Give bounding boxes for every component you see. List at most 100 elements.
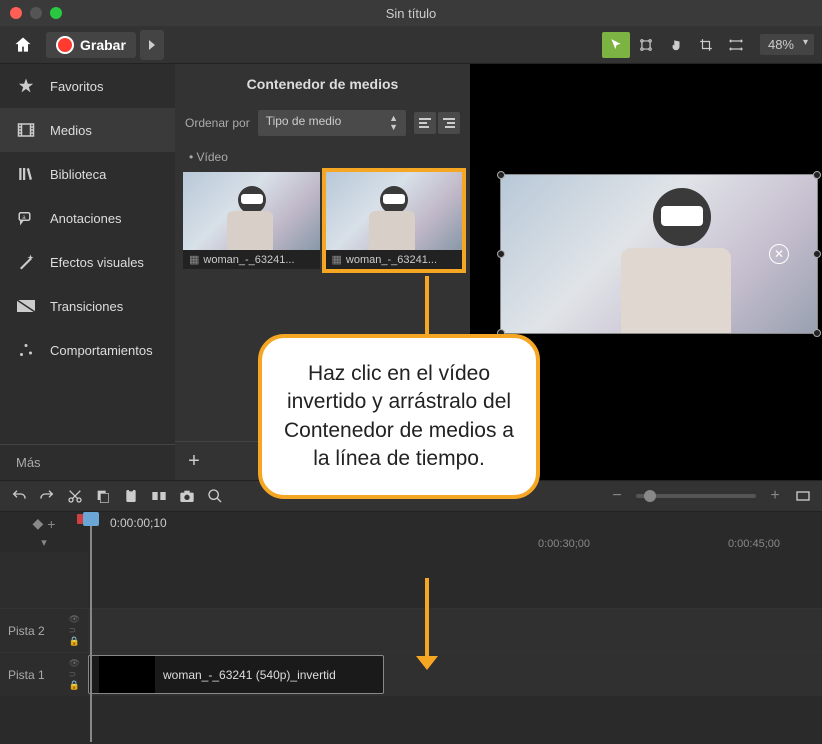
split-icon: [151, 488, 167, 504]
undo-icon: [11, 488, 27, 504]
resize-handle[interactable]: [813, 171, 821, 179]
sidebar-item-effects[interactable]: Efectos visuales: [0, 240, 175, 284]
resize-handle[interactable]: [497, 171, 505, 179]
snapshot-button[interactable]: [178, 487, 196, 505]
lock-icon[interactable]: 🔒: [69, 681, 80, 690]
view-list-button[interactable]: [438, 112, 460, 134]
zoom-dropdown[interactable]: 48%: [760, 34, 814, 55]
sidebar-item-library[interactable]: Biblioteca: [0, 152, 175, 196]
transition-icon: [16, 296, 36, 316]
lines-right-icon: [443, 118, 455, 128]
split-button[interactable]: [150, 487, 168, 505]
playhead[interactable]: [90, 512, 92, 742]
record-menu-button[interactable]: [140, 30, 164, 60]
fit-icon: [795, 488, 811, 504]
timeline-ruler[interactable]: 0:00:00;10 0:00:30;00 0:00:45;00: [88, 512, 822, 552]
callout-connector: [425, 276, 429, 336]
sidebar-item-transitions[interactable]: Transiciones: [0, 284, 175, 328]
record-icon: [56, 36, 74, 54]
resize-icon: [728, 38, 744, 52]
sort-value: Tipo de medio: [266, 114, 342, 132]
crop-tool-button[interactable]: [692, 32, 720, 58]
sidebar-item-favorites[interactable]: Favoritos: [0, 64, 175, 108]
annotation-icon: a: [16, 208, 36, 228]
timeline-clip[interactable]: woman_-_63241 (540p)_invertid: [88, 655, 384, 694]
close-window-button[interactable]: [10, 7, 22, 19]
home-button[interactable]: [8, 30, 38, 60]
magnet-icon[interactable]: ⊃: [69, 626, 80, 635]
record-label: Grabar: [80, 37, 126, 53]
redo-button[interactable]: [38, 487, 56, 505]
lock-icon[interactable]: 🔒: [69, 637, 80, 646]
media-thumbnail-highlighted[interactable]: woman_-_63241...: [326, 172, 463, 269]
zoom-slider-out[interactable]: −: [608, 487, 626, 505]
hand-icon: [669, 38, 683, 52]
sort-dropdown[interactable]: Tipo de medio ▲▼: [258, 110, 406, 136]
timecode-display: 0:00:00;10: [110, 516, 167, 530]
eye-icon[interactable]: 👁: [69, 615, 80, 624]
hand-tool-button[interactable]: [662, 32, 690, 58]
magnifier-icon: [207, 488, 223, 504]
sidebar-item-label: Medios: [50, 123, 92, 138]
cut-button[interactable]: [66, 487, 84, 505]
titlebar: Sin título: [0, 0, 822, 26]
resize-handle[interactable]: [497, 250, 505, 258]
add-media-button[interactable]: +: [179, 446, 209, 476]
track-header[interactable]: Pista 2 👁 ⊃ 🔒: [0, 609, 88, 652]
remove-icon[interactable]: ✕: [769, 244, 789, 264]
marker-collapse-button[interactable]: ▾: [41, 536, 47, 549]
track-spacer: [0, 552, 822, 608]
copy-icon: [95, 488, 111, 504]
cursor-tool-button[interactable]: [602, 32, 630, 58]
track-toggles[interactable]: 👁 ⊃ 🔒: [69, 615, 80, 646]
zoom-button[interactable]: [206, 487, 224, 505]
track-row: Pista 1 👁⊃🔒 woman_-_63241 (540p)_inverti…: [0, 652, 822, 696]
magnet-icon[interactable]: ⊃: [69, 670, 80, 679]
sidebar-item-behaviors[interactable]: Comportamientos: [0, 328, 175, 372]
track-lane[interactable]: woman_-_63241 (540p)_invertid: [88, 653, 822, 696]
scissors-icon: [67, 488, 83, 504]
zoom-slider-in[interactable]: +: [766, 487, 784, 505]
canvas-selection-frame[interactable]: ✕: [500, 174, 818, 334]
resize-handle[interactable]: [813, 329, 821, 337]
media-sort-bar: Ordenar por Tipo de medio ▲▼: [175, 104, 470, 142]
sidebar-item-label: Anotaciones: [50, 211, 122, 226]
track-toggles[interactable]: 👁 ⊃ 🔒: [69, 659, 80, 690]
track-lane[interactable]: [88, 609, 822, 652]
sidebar: Favoritos Medios Biblioteca a Anotacione…: [0, 64, 175, 480]
slider-thumb[interactable]: [644, 490, 656, 502]
select-tool-button[interactable]: [632, 32, 660, 58]
chevron-right-icon: [147, 39, 157, 51]
resize-handle[interactable]: [813, 250, 821, 258]
sidebar-item-label: Comportamientos: [50, 343, 153, 358]
wand-icon: [16, 252, 36, 272]
playhead-handle[interactable]: [83, 512, 99, 526]
clip-label: woman_-_63241 (540p)_invertid: [163, 668, 336, 682]
home-icon: [13, 35, 33, 55]
track-header[interactable]: Pista 1 👁⊃🔒: [0, 653, 88, 696]
eye-icon[interactable]: 👁: [69, 659, 80, 668]
maximize-window-button[interactable]: [50, 7, 62, 19]
minimize-window-button[interactable]: [30, 7, 42, 19]
view-grid-button[interactable]: [414, 112, 436, 134]
sidebar-more[interactable]: Más: [0, 444, 175, 480]
main-toolbar: Grabar 48%: [0, 26, 822, 64]
copy-button[interactable]: [94, 487, 112, 505]
camera-icon: [179, 488, 195, 504]
fit-button[interactable]: [794, 487, 812, 505]
record-button[interactable]: Grabar: [46, 32, 136, 58]
zoom-slider[interactable]: [636, 494, 756, 498]
sidebar-item-label: Transiciones: [50, 299, 123, 314]
thumbnail-label: woman_-_63241...: [183, 250, 320, 269]
paste-icon: [123, 488, 139, 504]
track-name: Pista 2: [8, 624, 45, 638]
undo-button[interactable]: [10, 487, 28, 505]
media-thumbnail[interactable]: woman_-_63241...: [183, 172, 320, 269]
media-bin-header: Contenedor de medios: [175, 64, 470, 104]
sidebar-item-annotations[interactable]: a Anotaciones: [0, 196, 175, 240]
marker-add-button[interactable]: ◆ +: [33, 515, 56, 532]
paste-button[interactable]: [122, 487, 140, 505]
resize-tool-button[interactable]: [722, 32, 750, 58]
sidebar-item-media[interactable]: Medios: [0, 108, 175, 152]
library-icon: [16, 164, 36, 184]
